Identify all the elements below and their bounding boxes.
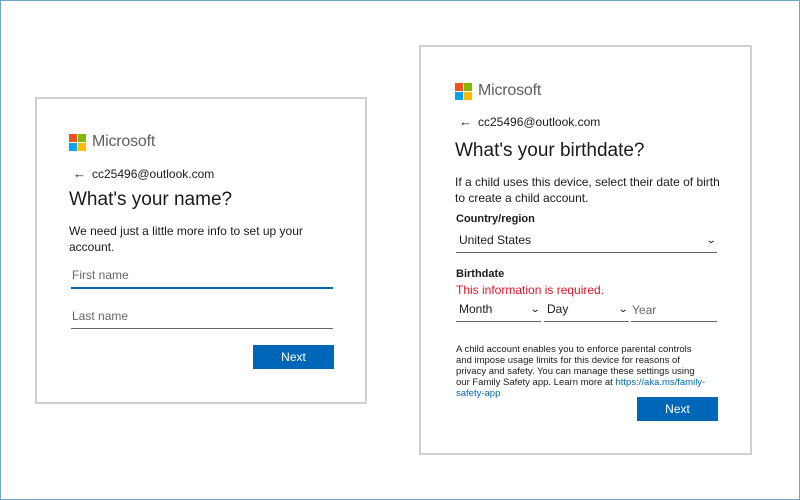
last-name-input[interactable]: [71, 307, 333, 329]
birthdate-dialog: Microsoft ← cc25496@outlook.com What's y…: [419, 45, 752, 455]
year-input[interactable]: [631, 302, 717, 322]
month-select[interactable]: Month ⌄: [456, 302, 541, 322]
page-title: What's your name?: [69, 189, 233, 210]
day-select[interactable]: Day ⌄: [544, 302, 629, 322]
chevron-down-icon: ⌄: [529, 303, 541, 315]
microsoft-logo: Microsoft: [69, 133, 155, 151]
microsoft-logo-icon: [69, 133, 86, 151]
chevron-down-icon: ⌄: [617, 303, 629, 315]
name-dialog: Microsoft ← cc25496@outlook.com What's y…: [35, 97, 367, 404]
error-message: This information is required.: [456, 283, 605, 297]
logo-text: Microsoft: [92, 133, 156, 150]
birthdate-label: Birthdate: [456, 268, 505, 280]
back-arrow-icon[interactable]: ←: [73, 166, 86, 181]
country-select[interactable]: United States ⌄: [456, 233, 717, 253]
country-label: Country/region: [456, 213, 535, 225]
chevron-down-icon: ⌄: [705, 234, 717, 246]
back-arrow-icon[interactable]: ←: [459, 114, 472, 129]
day-value: Day: [547, 302, 569, 316]
page-description: We need just a little more info to set u…: [69, 224, 303, 254]
page-description: If a child uses this device, select thei…: [455, 175, 720, 205]
next-button[interactable]: Next: [637, 397, 718, 421]
back-to-email[interactable]: ← cc25496@outlook.com: [73, 166, 214, 181]
child-account-notice: A child account enables you to enforce p…: [456, 344, 706, 399]
email-label: cc25496@outlook.com: [92, 166, 215, 181]
page-title: What's your birthdate?: [455, 140, 645, 161]
microsoft-logo: Microsoft: [455, 82, 541, 100]
email-label: cc25496@outlook.com: [478, 114, 601, 129]
next-button[interactable]: Next: [253, 345, 334, 369]
logo-text: Microsoft: [478, 82, 542, 99]
month-value: Month: [459, 302, 493, 316]
back-to-email[interactable]: ← cc25496@outlook.com: [459, 114, 600, 129]
country-value: United States: [459, 233, 532, 247]
first-name-input[interactable]: [71, 267, 333, 289]
microsoft-logo-icon: [455, 82, 472, 100]
